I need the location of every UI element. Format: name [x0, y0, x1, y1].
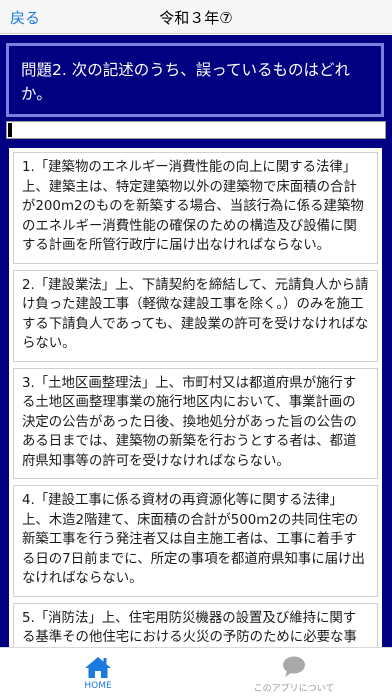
page-title: 令和３年⑦: [159, 9, 233, 27]
progress-bar-fill: [8, 123, 12, 137]
choice-option-2[interactable]: 2.「建設業法」上、下請契約を締結して、元請負人から請け負った建設工事（軽微な建…: [13, 269, 378, 362]
tab-home-label: HOME: [84, 681, 112, 691]
choice-option-5[interactable]: 5.「消防法」上、住宅用防災機器の設置及び維持に関する基準その他住宅における火災…: [13, 602, 378, 647]
choice-option-3[interactable]: 3.「土地区画整理法」上、市町村又は都道府県が施行する土地区画整理事業の施行地区…: [13, 367, 378, 479]
tab-about[interactable]: このアプリについて: [196, 648, 392, 696]
tab-home[interactable]: HOME: [0, 648, 196, 696]
progress-bar: [6, 121, 386, 139]
tab-about-label: このアプリについて: [253, 684, 335, 694]
home-icon: [85, 657, 111, 678]
quiz-content: 問題2. 次の記述のうち、誤っているものはどれか。 1.「建築物のエネルギー消費…: [0, 35, 392, 647]
tab-bar: HOME このアプリについて: [0, 647, 392, 696]
choices-list: 1.「建築物のエネルギー消費性能の向上に関する法律」上、建築主は、特定建築物以外…: [9, 148, 382, 647]
choice-option-4[interactable]: 4.「建設工事に係る資材の再資源化等に関する法律」上、木造2階建て、床面積の合計…: [13, 485, 378, 597]
chat-bubble-icon: [283, 656, 305, 677]
question-box: 問題2. 次の記述のうち、誤っているものはどれか。: [6, 43, 384, 117]
navigation-bar: 戻る 令和３年⑦: [0, 0, 392, 34]
choice-option-1[interactable]: 1.「建築物のエネルギー消費性能の向上に関する法律」上、建築主は、特定建築物以外…: [13, 152, 378, 264]
question-text: 問題2. 次の記述のうち、誤っているものはどれか。: [21, 61, 350, 103]
